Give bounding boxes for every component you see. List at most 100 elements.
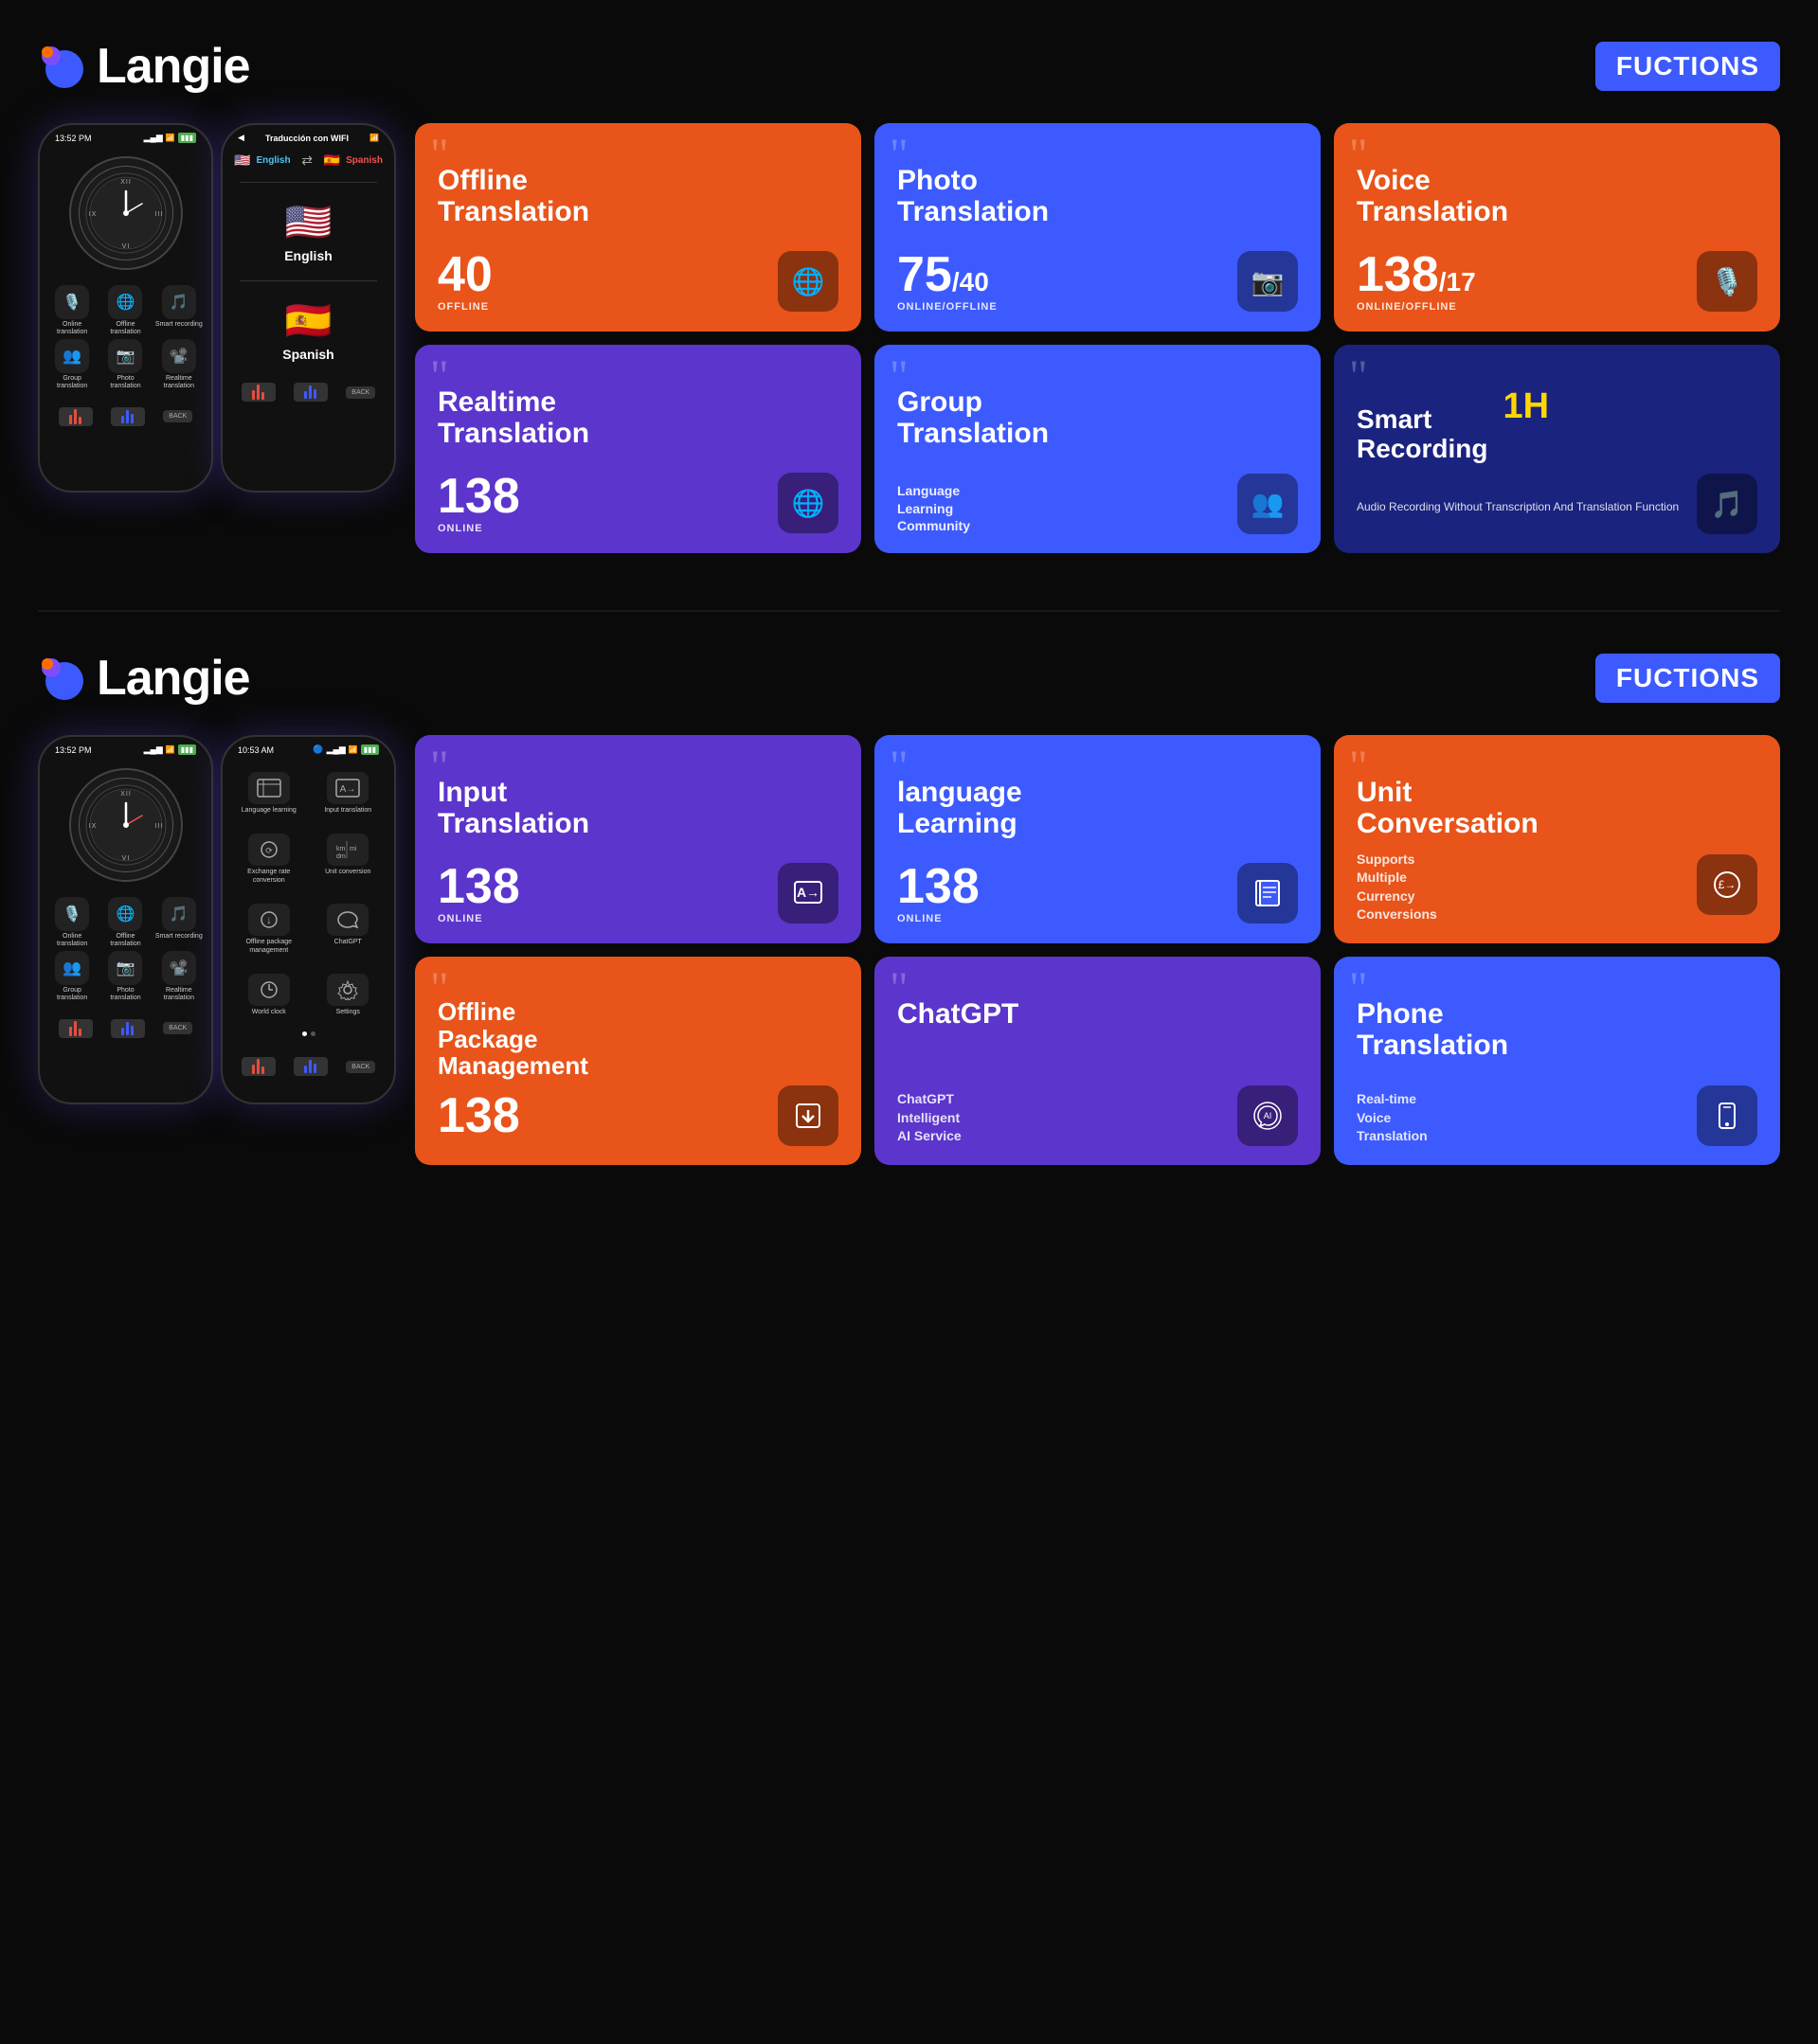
list-item[interactable]: 🎵 Smart recording bbox=[154, 285, 204, 335]
menu-label: Language learning bbox=[242, 807, 297, 815]
phone-1-status-bar: 13:52 PM ▂▄▆ 📶 ▮▮▮ bbox=[40, 125, 211, 147]
waveform-btn-5[interactable] bbox=[59, 1019, 93, 1038]
list-item[interactable]: 🌐 Offline translation bbox=[100, 285, 150, 335]
group-translation-icon: 👥 bbox=[55, 339, 89, 373]
card-desc-wrap: Real-timeVoiceTranslation bbox=[1357, 1085, 1428, 1146]
card-number-info: 40 OFFLINE bbox=[438, 250, 493, 313]
list-item[interactable]: 🎙️ Online translation bbox=[47, 897, 97, 947]
flag-us: 🇺🇸 bbox=[234, 152, 250, 169]
functions-badge-1: FUCTIONS bbox=[1595, 42, 1780, 91]
bar1 bbox=[69, 1027, 72, 1036]
waveform-btn-7[interactable] bbox=[242, 1057, 276, 1076]
list-item[interactable]: 👥 Group translation bbox=[47, 951, 97, 1001]
card-icon bbox=[1697, 1085, 1757, 1146]
waveform-btn-2[interactable] bbox=[111, 407, 145, 426]
card-title: RealtimeTranslation bbox=[438, 386, 838, 449]
phones-area-1: 13:52 PM ▂▄▆ 📶 ▮▮▮ XII III bbox=[38, 123, 396, 493]
svg-text:mi: mi bbox=[350, 846, 357, 852]
card-title: languageLearning bbox=[897, 777, 1298, 839]
phone-2-bottom-bar: BACK bbox=[223, 375, 394, 409]
list-item[interactable]: 🎵 Smart recording bbox=[154, 897, 204, 947]
phone-3-time: 13:52 PM bbox=[55, 745, 92, 755]
list-item[interactable]: Language learning bbox=[232, 766, 306, 820]
card-icon: AI bbox=[1237, 1085, 1298, 1146]
badge-1h: 1H bbox=[1503, 386, 1549, 427]
card-number-info: 75/40 ONLINE/OFFLINE bbox=[897, 250, 998, 313]
list-item[interactable]: Settings bbox=[312, 968, 386, 1022]
menu-icon-exchange: ⟳ bbox=[248, 834, 290, 866]
list-item[interactable]: ⟳ Exchange rate conversion bbox=[232, 828, 306, 890]
card-number: 40 bbox=[438, 250, 493, 299]
clock-widget-1: XII III VI IX bbox=[69, 156, 183, 270]
phone-2-back[interactable]: ◀ bbox=[238, 133, 244, 143]
app-label: Offline translation bbox=[100, 933, 150, 947]
back-btn-2[interactable]: BACK bbox=[346, 386, 375, 399]
app-label: Photo translation bbox=[100, 987, 150, 1001]
list-item[interactable]: 👥 Group translation bbox=[47, 339, 97, 389]
menu-row-2: ⟳ Exchange rate conversion km mi dm bbox=[223, 824, 394, 894]
list-item[interactable]: 🌐 Offline translation bbox=[100, 897, 150, 947]
back-btn-1[interactable]: BACK bbox=[163, 410, 192, 422]
list-item[interactable]: ChatGPT bbox=[312, 898, 386, 960]
phone-1-device: 13:52 PM ▂▄▆ 📶 ▮▮▮ XII III bbox=[38, 123, 213, 493]
svg-text:⟳: ⟳ bbox=[265, 846, 273, 855]
card-chatgpt: " ChatGPT ChatGPTIntelligentAI Service A… bbox=[874, 957, 1321, 1165]
phone-3-status-bar: 13:52 PM ▂▄▆ 📶 ▮▮▮ bbox=[40, 737, 211, 759]
back-btn-3[interactable]: BACK bbox=[163, 1022, 192, 1034]
flag-big-es: 🇪🇸 bbox=[223, 298, 394, 343]
logo-1: Langie bbox=[38, 38, 250, 95]
card-number: 138 bbox=[897, 862, 980, 911]
clock-inner-1: XII III VI IX bbox=[79, 166, 173, 260]
section-1-cards-grid: " OfflineTranslation 40 OFFLINE 🌐 " Phot… bbox=[415, 123, 1780, 553]
app-label: Smart recording bbox=[155, 933, 203, 941]
phone-3-device: 13:52 PM ▂▄▆ 📶 ▮▮▮ XII III bbox=[38, 735, 213, 1104]
bar3 bbox=[79, 417, 81, 424]
card-group-desc-wrap: LanguageLearningCommunity bbox=[897, 473, 970, 534]
waveform-btn-1[interactable] bbox=[59, 407, 93, 426]
lang-english: English bbox=[256, 155, 290, 166]
list-item[interactable]: 📷 Photo translation bbox=[100, 339, 150, 389]
phone-2-lang-header: 🇺🇸 English ⇄ 🇪🇸 Spanish bbox=[223, 147, 394, 174]
waveform-btn-6[interactable] bbox=[111, 1019, 145, 1038]
list-item[interactable]: 🎙️ Online translation bbox=[47, 285, 97, 335]
bar2 bbox=[126, 1022, 129, 1035]
card-status: ONLINE/OFFLINE bbox=[1357, 301, 1476, 313]
card-number: 138 bbox=[438, 472, 520, 521]
card-number-info: 138 ONLINE bbox=[438, 472, 520, 534]
battery-icon: ▮▮▮ bbox=[178, 133, 196, 143]
bar3 bbox=[131, 414, 134, 423]
waveform-btn-3[interactable] bbox=[242, 383, 276, 402]
card-icon: £→ bbox=[1697, 854, 1757, 915]
lang-display-spanish: 🇪🇸 Spanish bbox=[223, 289, 394, 371]
offline-translation-icon: 🌐 bbox=[108, 285, 142, 319]
signal-icon-3: ▂▄▆ bbox=[144, 744, 163, 755]
svg-text:↓: ↓ bbox=[266, 913, 272, 926]
section-2-header: Langie FUCTIONS bbox=[38, 650, 1780, 707]
phone-3-bottom-bar: BACK bbox=[40, 1012, 211, 1046]
card-status: ONLINE bbox=[438, 913, 520, 924]
back-btn-4[interactable]: BACK bbox=[346, 1061, 375, 1073]
bluetooth-icon: 🔵 bbox=[313, 744, 323, 755]
list-item[interactable]: km mi dm Unit conversion bbox=[312, 828, 386, 890]
card-photo-translation: " PhotoTranslation 75/40 ONLINE/OFFLINE … bbox=[874, 123, 1321, 332]
menu-icon-settings bbox=[327, 974, 369, 1006]
waveform-btn-8[interactable] bbox=[294, 1057, 328, 1076]
waveform-btn-4[interactable] bbox=[294, 383, 328, 402]
list-item[interactable]: 📽️ Realtime translation bbox=[154, 951, 204, 1001]
card-desc-wrap: SupportsMultipleCurrencyConversions bbox=[1357, 845, 1437, 924]
app-label: Smart recording bbox=[155, 321, 203, 329]
bar1 bbox=[121, 1028, 124, 1035]
menu-row-1: Language learning A→ Input translation bbox=[223, 762, 394, 824]
list-item[interactable]: ↓ Offline package management bbox=[232, 898, 306, 960]
list-item[interactable]: A→ Input translation bbox=[312, 766, 386, 820]
list-item[interactable]: 📷 Photo translation bbox=[100, 951, 150, 1001]
svg-text:VI: VI bbox=[121, 855, 130, 862]
card-number-row: 40 OFFLINE 🌐 bbox=[438, 250, 838, 313]
swap-icon[interactable]: ⇄ bbox=[301, 152, 313, 169]
list-item[interactable]: 📽️ Realtime translation bbox=[154, 339, 204, 389]
card-number: 138/17 bbox=[1357, 250, 1476, 299]
list-item[interactable]: World clock bbox=[232, 968, 306, 1022]
quote-mark: " bbox=[1349, 354, 1368, 400]
bar2 bbox=[309, 385, 312, 399]
card-number-row: 138 ONLINE bbox=[897, 862, 1298, 924]
